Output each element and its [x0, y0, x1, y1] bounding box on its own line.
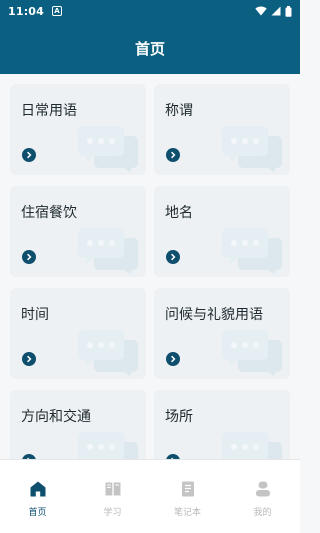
notification-a-icon: A — [52, 6, 63, 16]
category-card-0[interactable]: 日常用语 — [10, 84, 146, 175]
tab-label: 首页 — [28, 508, 47, 518]
category-card-title: 问候与礼貌用语 — [165, 307, 263, 323]
status-bar: 11:04 A — [0, 0, 300, 22]
category-card-2[interactable]: 住宿餐饮 — [10, 186, 146, 277]
home-icon — [29, 480, 47, 498]
notebook-icon — [179, 480, 197, 498]
category-list[interactable]: 日常用语 称谓 住宿餐饮 地名 时间 问候与礼貌用语 方向和交通 场所 — [0, 74, 300, 459]
bottom-tab-bar: 首页 学习 笔记本 我的 — [0, 459, 300, 533]
tab-label: 笔记本 — [173, 508, 201, 518]
chat-bubbles-icon — [222, 432, 282, 459]
tab-label: 学习 — [103, 508, 122, 518]
arrow-right-icon[interactable] — [22, 352, 36, 366]
chat-bubbles-icon — [78, 330, 138, 376]
category-card-4[interactable]: 时间 — [10, 288, 146, 379]
book-icon — [104, 480, 122, 498]
tab-3[interactable]: 我的 — [225, 460, 300, 533]
category-card-title: 时间 — [21, 307, 49, 323]
status-time: 11:04 — [8, 4, 45, 18]
signal-icon — [271, 6, 281, 16]
wifi-icon — [255, 6, 267, 16]
chat-bubbles-icon — [78, 228, 138, 274]
tab-2[interactable]: 笔记本 — [150, 460, 225, 533]
category-card-3[interactable]: 地名 — [154, 186, 290, 277]
arrow-right-icon[interactable] — [22, 250, 36, 264]
category-card-title: 地名 — [165, 205, 193, 221]
chat-bubbles-icon — [78, 126, 138, 172]
user-icon — [254, 480, 272, 498]
category-card-1[interactable]: 称谓 — [154, 84, 290, 175]
tab-label: 我的 — [253, 508, 272, 518]
category-card-title: 称谓 — [165, 103, 193, 119]
chat-bubbles-icon — [78, 432, 138, 459]
category-card-title: 场所 — [165, 409, 193, 425]
chat-bubbles-icon — [222, 126, 282, 172]
battery-icon — [285, 5, 292, 17]
category-grid: 日常用语 称谓 住宿餐饮 地名 时间 问候与礼貌用语 方向和交通 场所 — [10, 84, 290, 459]
category-card-title: 方向和交通 — [21, 409, 91, 425]
chat-bubbles-icon — [222, 330, 282, 376]
status-icons — [255, 5, 292, 17]
category-card-6[interactable]: 方向和交通 — [10, 390, 146, 459]
category-card-7[interactable]: 场所 — [154, 390, 290, 459]
category-card-5[interactable]: 问候与礼貌用语 — [154, 288, 290, 379]
tab-1[interactable]: 学习 — [75, 460, 150, 533]
tab-0[interactable]: 首页 — [0, 460, 75, 533]
arrow-right-icon[interactable] — [22, 148, 36, 162]
chat-bubbles-icon — [222, 228, 282, 274]
page-title: 首页 — [134, 39, 165, 58]
arrow-right-icon[interactable] — [166, 250, 180, 264]
category-card-title: 住宿餐饮 — [21, 205, 77, 221]
app-header: 首页 — [0, 22, 300, 74]
arrow-right-icon[interactable] — [166, 352, 180, 366]
arrow-right-icon[interactable] — [166, 148, 180, 162]
category-card-title: 日常用语 — [21, 103, 77, 119]
